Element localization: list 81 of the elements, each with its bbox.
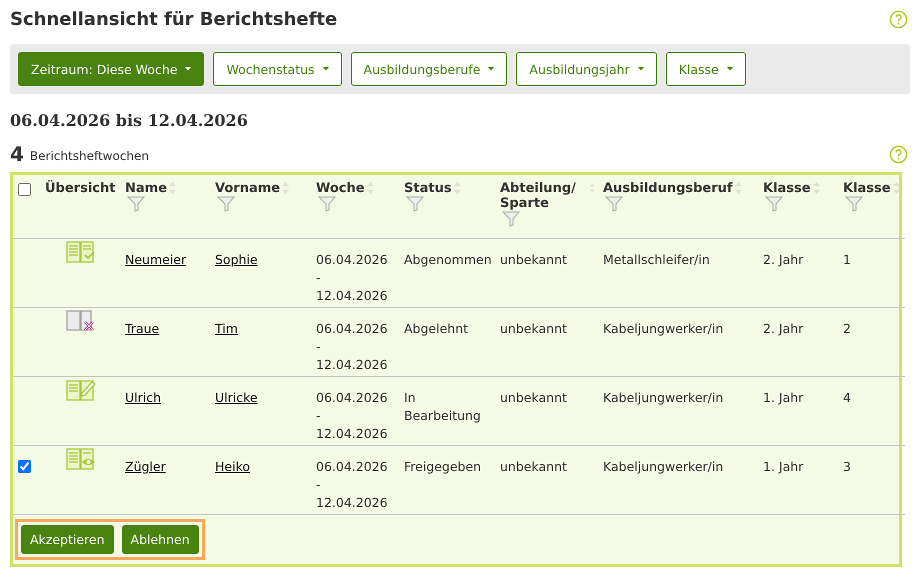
name-link[interactable]: Ulrich [125, 390, 162, 405]
table-cell: 06.04.2026 - 12.04.2026 [316, 390, 388, 441]
sort-icon[interactable] [812, 181, 821, 195]
filter-dropdown[interactable]: Klasse [666, 52, 746, 86]
result-count: 4 [10, 142, 24, 166]
column-header[interactable]: Übersicht [45, 181, 116, 196]
filter-icon[interactable] [318, 196, 336, 212]
column-header[interactable]: Status [404, 181, 452, 196]
book-cross-icon[interactable] [66, 310, 96, 332]
name-link[interactable]: Neumeier [125, 252, 186, 267]
table-cell: 06.04.2026 - 12.04.2026 [316, 459, 388, 510]
sort-icon[interactable] [366, 181, 375, 195]
sort-icon[interactable] [281, 181, 290, 195]
table-cell: In Bearbeitung [404, 390, 481, 423]
book-pencil-icon[interactable] [66, 379, 96, 401]
filter-dropdown[interactable]: Zeitraum: Diese Woche [18, 52, 204, 86]
sort-icon[interactable] [168, 181, 178, 195]
book-check-icon[interactable] [66, 241, 96, 263]
help-icon[interactable] [889, 144, 908, 164]
filter-dropdown[interactable]: Ausbildungsjahr [516, 52, 657, 86]
column-header[interactable]: Abteilung/ Sparte [500, 181, 588, 211]
action-button[interactable]: Akzeptieren [21, 525, 114, 554]
table-cell: 2 [843, 321, 851, 336]
table-cell: 06.04.2026 - 12.04.2026 [316, 321, 388, 372]
filter-dropdown[interactable]: Wochenstatus [213, 52, 342, 86]
first-name-link[interactable]: Ulricke [215, 390, 258, 405]
caret-icon [185, 67, 192, 71]
column-header[interactable]: Vorname [215, 181, 280, 196]
table-cell: Abgenommen [404, 252, 492, 267]
first-name-link[interactable]: Heiko [215, 459, 250, 474]
table-cell: Kabeljungwerker/in [603, 321, 724, 336]
filter-icon[interactable] [765, 196, 783, 212]
table-cell: unbekannt [500, 459, 567, 474]
table-cell: unbekannt [500, 321, 567, 336]
caret-icon [322, 67, 329, 71]
select-all-checkbox[interactable] [18, 183, 31, 196]
table-cell: unbekannt [500, 390, 567, 405]
name-link[interactable]: Zügler [125, 459, 166, 474]
table-cell: 06.04.2026 - 12.04.2026 [316, 252, 388, 303]
table-cell: Metallschleifer/in [603, 252, 710, 267]
column-header[interactable]: Klasse [843, 181, 891, 196]
row-checkbox[interactable] [18, 460, 31, 473]
table-cell: 2. Jahr [763, 252, 804, 267]
table-cell: 1. Jahr [763, 459, 804, 474]
filter-dropdown[interactable]: Ausbildungsberufe [350, 52, 508, 86]
table-cell: 1. Jahr [763, 390, 804, 405]
table-cell: unbekannt [500, 252, 567, 267]
help-icon[interactable] [889, 10, 908, 28]
table-cell: 2. Jahr [763, 321, 804, 336]
first-name-link[interactable]: Sophie [215, 252, 258, 267]
name-link[interactable]: Traue [125, 321, 160, 336]
table-cell: Abgelehnt [404, 321, 468, 336]
column-header[interactable]: Klasse [763, 181, 811, 196]
filter-icon[interactable] [217, 196, 235, 212]
filter-icon[interactable] [605, 196, 623, 212]
sort-icon[interactable] [452, 181, 462, 195]
column-header[interactable]: Name [125, 181, 168, 196]
action-button[interactable]: Ablehnen [122, 525, 199, 554]
first-name-link[interactable]: Tim [215, 321, 238, 336]
filter-icon[interactable] [127, 196, 145, 212]
date-range: 06.04.2026 bis 12.04.2026 [10, 111, 249, 130]
sort-icon[interactable] [588, 181, 595, 195]
filter-icon[interactable] [502, 211, 520, 227]
caret-icon [726, 67, 733, 71]
table-cell: Freigegeben [404, 459, 482, 474]
table-cell: Kabeljungwerker/in [603, 390, 724, 405]
filter-icon[interactable] [406, 196, 424, 212]
page-title: Schnellansicht für Berichtshefte [10, 8, 338, 30]
sort-icon[interactable] [734, 181, 743, 195]
caret-icon [488, 67, 494, 71]
table-cell: Kabeljungwerker/in [603, 459, 724, 474]
result-label: Berichtsheftwochen [30, 149, 150, 163]
book-eye-icon[interactable] [66, 448, 96, 470]
table-cell: 1 [843, 252, 851, 267]
sort-icon[interactable] [892, 181, 901, 195]
column-header[interactable]: Ausbildungsberuf [603, 181, 733, 196]
column-header[interactable]: Woche [316, 181, 365, 196]
table-cell: 3 [843, 459, 851, 474]
table-cell: 4 [843, 390, 851, 405]
caret-icon [638, 67, 644, 71]
filter-icon[interactable] [845, 196, 863, 212]
